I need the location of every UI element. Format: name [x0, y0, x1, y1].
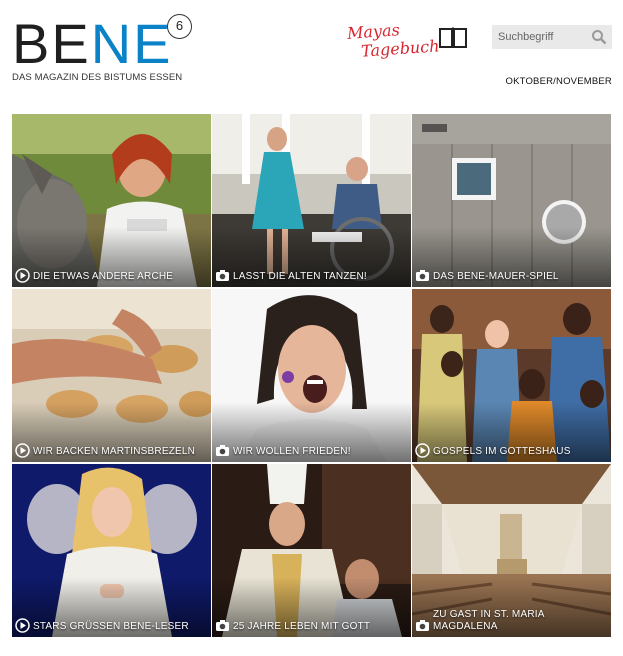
logo-be: BE: [12, 12, 91, 75]
tile-title: DAS BENE-MAUER-SPIEL: [433, 271, 559, 282]
bene-logo[interactable]: BENE 6 DAS MAGAZIN DES BISTUMS ESSEN: [12, 14, 192, 86]
article-grid: DIE ETWAS ANDERE ARCHE LASST DIE ALTEN T…: [12, 114, 612, 638]
article-tile-arche[interactable]: DIE ETWAS ANDERE ARCHE: [12, 114, 211, 287]
issue-label: OKTOBER/NOVEMBER: [505, 76, 612, 87]
tile-caption: DAS BENE-MAUER-SPIEL: [415, 268, 607, 283]
tile-caption: DIE ETWAS ANDERE ARCHE: [15, 268, 207, 283]
issue-number-badge: 6: [167, 14, 192, 39]
tile-title: GOSPELS IM GOTTESHAUS: [433, 446, 571, 457]
tile-title: WIR WOLLEN FRIEDEN!: [233, 446, 351, 457]
article-tile-mauer-spiel[interactable]: DAS BENE-MAUER-SPIEL: [412, 114, 611, 287]
article-tile-tanzen[interactable]: LASST DIE ALTEN TANZEN!: [212, 114, 411, 287]
mayas-tagebuch-link[interactable]: Mayas Tagebuch: [346, 20, 472, 66]
tile-title: STARS GRÜSSEN BENE-LESER: [33, 621, 189, 632]
play-icon: [415, 443, 430, 458]
diary-title-line2: Tagebuch: [360, 36, 441, 61]
play-icon: [15, 618, 30, 633]
tile-title: ZU GAST IN ST. MARIA MAGDALENA: [433, 609, 545, 632]
tile-title: 25 JAHRE LEBEN MIT GOTT: [233, 621, 371, 632]
logo-ne: NE: [90, 12, 173, 75]
tile-caption: WIR BACKEN MARTINSBREZELN: [15, 443, 207, 458]
tile-caption: LASST DIE ALTEN TANZEN!: [215, 268, 407, 283]
tile-title: DIE ETWAS ANDERE ARCHE: [33, 271, 174, 282]
tile-caption: ZU GAST IN ST. MARIA MAGDALENA: [415, 609, 607, 633]
site-header: BENE 6 DAS MAGAZIN DES BISTUMS ESSEN May…: [0, 0, 623, 112]
tile-caption: 25 JAHRE LEBEN MIT GOTT: [215, 618, 407, 633]
search-icon: [592, 30, 607, 45]
search-button[interactable]: [590, 28, 608, 46]
logo-subtitle: DAS MAGAZIN DES BISTUMS ESSEN: [12, 72, 183, 83]
tile-title: WIR BACKEN MARTINSBREZELN: [33, 446, 196, 457]
tile-caption: GOSPELS IM GOTTESHAUS: [415, 443, 607, 458]
article-tile-st-maria-magdalena[interactable]: ZU GAST IN ST. MARIA MAGDALENA: [412, 464, 611, 637]
search-input[interactable]: [492, 25, 588, 49]
tile-caption: WIR WOLLEN FRIEDEN!: [215, 443, 407, 458]
camera-icon: [416, 620, 429, 631]
camera-icon: [216, 270, 229, 281]
play-icon: [15, 268, 30, 283]
article-tile-frieden[interactable]: WIR WOLLEN FRIEDEN!: [212, 289, 411, 462]
camera-icon: [216, 620, 229, 631]
article-tile-25-jahre[interactable]: 25 JAHRE LEBEN MIT GOTT: [212, 464, 411, 637]
camera-icon: [416, 270, 429, 281]
open-book-icon: [439, 27, 467, 48]
article-tile-gospels[interactable]: GOSPELS IM GOTTESHAUS: [412, 289, 611, 462]
article-tile-martinsbrezeln[interactable]: WIR BACKEN MARTINSBREZELN: [12, 289, 211, 462]
camera-icon: [216, 445, 229, 456]
logo-wordmark: BENE: [12, 14, 173, 74]
play-icon: [15, 443, 30, 458]
tile-title: LASST DIE ALTEN TANZEN!: [233, 271, 367, 282]
article-tile-stars[interactable]: STARS GRÜSSEN BENE-LESER: [12, 464, 211, 637]
tile-caption: STARS GRÜSSEN BENE-LESER: [15, 618, 207, 633]
search-box: [492, 25, 612, 49]
